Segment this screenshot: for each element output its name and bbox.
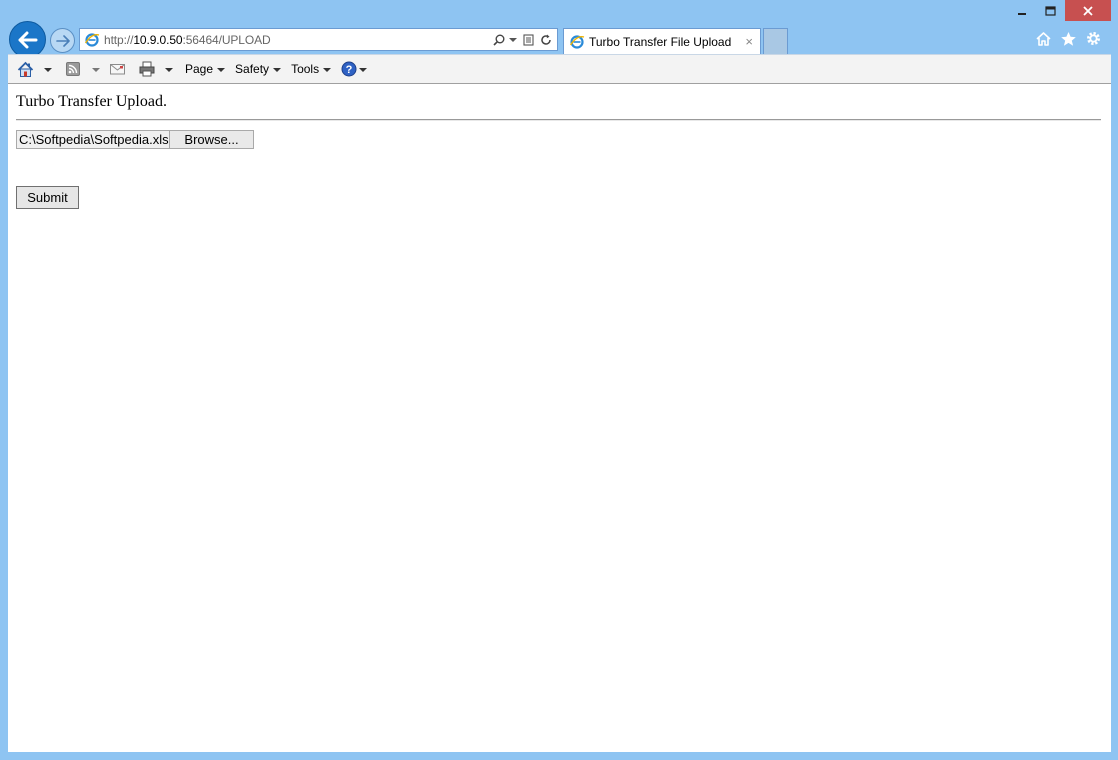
feeds-command[interactable] <box>66 62 100 76</box>
submit-button[interactable]: Submit <box>16 186 79 209</box>
safety-dropdown-icon <box>273 67 282 72</box>
help-icon: ? <box>341 61 357 77</box>
browser-window: http://10.9.0.50:56464/UPLOAD Turbo Tran… <box>0 0 1118 760</box>
tools-dropdown-icon <box>323 67 332 72</box>
tools-menu-label: Tools <box>291 62 320 76</box>
url-text: http://10.9.0.50:56464/UPLOAD <box>104 33 271 47</box>
maximize-button[interactable] <box>1036 0 1065 21</box>
refresh-icon[interactable] <box>540 34 552 46</box>
compatibility-view-icon[interactable] <box>523 33 534 46</box>
file-input[interactable]: C:\Softpedia\Softpedia.xls Browse... <box>16 130 254 149</box>
home-colored-icon <box>17 61 34 77</box>
tab-close-icon[interactable]: × <box>745 34 753 49</box>
print-dropdown-icon[interactable] <box>165 67 173 72</box>
help-dropdown-icon <box>359 67 368 72</box>
safety-menu-label: Safety <box>235 62 270 76</box>
mail-command[interactable] <box>110 63 125 75</box>
close-window-button[interactable] <box>1065 0 1111 21</box>
window-controls <box>1007 0 1111 21</box>
gear-icon[interactable] <box>1085 30 1102 47</box>
print-icon <box>139 61 155 77</box>
browser-right-icons <box>1035 30 1102 47</box>
minimize-icon <box>1017 12 1026 15</box>
page-heading: Turbo Transfer Upload. <box>16 93 167 110</box>
back-arrow-icon <box>18 31 37 48</box>
rss-feed-icon <box>66 62 80 76</box>
forward-button[interactable] <box>50 28 75 53</box>
mail-icon <box>110 64 125 75</box>
horizontal-rule <box>16 119 1101 121</box>
address-bar[interactable]: http://10.9.0.50:56464/UPLOAD <box>79 28 558 51</box>
page-menu-label: Page <box>185 62 214 76</box>
file-path-field[interactable]: C:\Softpedia\Softpedia.xls <box>16 130 170 149</box>
page-dropdown-icon <box>217 67 226 72</box>
page-menu[interactable]: Page <box>185 62 226 76</box>
command-bar: Page Safety Tools ? <box>8 54 1111 84</box>
tab-title: Turbo Transfer File Upload <box>589 34 732 49</box>
address-tools <box>493 33 552 46</box>
home-icon[interactable] <box>1035 31 1052 47</box>
feeds-dropdown-icon[interactable] <box>92 67 100 72</box>
tools-menu[interactable]: Tools <box>291 62 332 76</box>
url-path: :56464/UPLOAD <box>182 32 271 47</box>
safety-menu[interactable]: Safety <box>235 62 282 76</box>
back-button[interactable] <box>9 21 46 58</box>
favorites-star-icon[interactable] <box>1060 31 1077 47</box>
svg-text:?: ? <box>346 64 353 76</box>
new-tab-button[interactable] <box>763 28 788 54</box>
ie-tab-icon <box>569 34 585 49</box>
url-host: 10.9.0.50 <box>133 32 183 47</box>
home-command[interactable] <box>17 61 52 78</box>
search-dropdown-icon[interactable] <box>509 38 517 42</box>
page-content: Turbo Transfer Upload. C:\Softpedia\Soft… <box>8 84 1111 752</box>
browse-button[interactable]: Browse... <box>170 130 254 149</box>
help-menu[interactable]: ? <box>341 61 368 77</box>
tab-turbo-transfer[interactable]: Turbo Transfer File Upload × <box>563 28 761 54</box>
forward-arrow-icon <box>55 34 70 47</box>
home-dropdown-icon[interactable] <box>44 67 52 72</box>
minimize-button[interactable] <box>1007 0 1036 21</box>
search-icon[interactable] <box>493 34 505 46</box>
close-icon <box>1083 5 1093 16</box>
url-prefix: http:// <box>104 32 134 47</box>
print-command[interactable] <box>139 61 173 77</box>
ie-logo-icon <box>84 32 100 47</box>
maximize-icon <box>1045 5 1056 16</box>
